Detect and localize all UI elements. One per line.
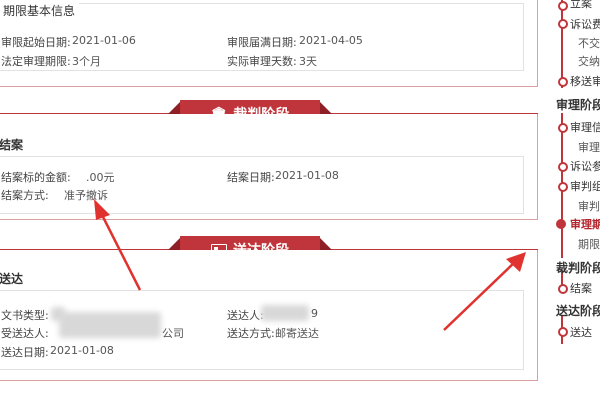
timeline-dot	[558, 19, 568, 29]
timeline-sub-panel[interactable]: 审判l	[578, 198, 600, 214]
timeline-dot	[558, 284, 568, 294]
end-label: 审限届满日期:	[227, 36, 297, 49]
delivery-title: 送达	[0, 272, 24, 286]
actual-label: 实际审理天数:	[227, 55, 297, 68]
timeline-line-top	[561, 0, 563, 88]
timeline-dot	[558, 77, 568, 87]
timeline-item-trial-info[interactable]: 审理信	[570, 119, 600, 135]
end-value: 2021-04-05	[299, 34, 363, 47]
closing-date-label: 结案日期:	[227, 171, 275, 184]
delivery-date-label: 送达日期:	[1, 346, 49, 359]
timeline-dot	[558, 182, 568, 192]
timeline-head-delivery[interactable]: 送达阶段	[556, 302, 600, 319]
closing-method-label: 结案方式:	[1, 189, 49, 202]
legal-value: 3个月	[72, 55, 101, 68]
timeline-sub-paid[interactable]: 交纳的	[578, 53, 600, 69]
timeline-item-active[interactable]: 审理期	[570, 216, 600, 232]
timeline-item-participants[interactable]: 诉讼参	[570, 158, 600, 174]
timeline-sub-limit[interactable]: 期限a	[578, 236, 600, 252]
sender-redacted	[261, 305, 309, 321]
delivery-method-label: 送达方式:	[227, 327, 275, 340]
doc-type-label: 文书类型:	[1, 309, 49, 322]
sender-label: 送达人:	[227, 309, 264, 322]
timeline-dot	[558, 1, 568, 11]
timeline-item-transfer[interactable]: 移送审	[570, 73, 600, 89]
timeline-head-trial[interactable]: 审理阶段	[556, 96, 600, 113]
timeline-active-dot	[556, 219, 566, 229]
actual-value: 3天	[299, 55, 317, 68]
recipient-value-tail: 公司	[162, 327, 184, 340]
timeline-head-judgment[interactable]: 裁判阶段	[556, 259, 600, 276]
recipient-redacted	[59, 312, 161, 338]
timeline-dot	[558, 162, 568, 172]
closing-amount-value: .00元	[86, 171, 115, 184]
sender-value-tail: 9	[311, 307, 318, 320]
closing-panel	[0, 156, 524, 214]
delivery-card: 送达 文书类型: 送达人: 9 受送达人: 公司 送达方式: 邮寄送达 送达日期…	[0, 250, 538, 381]
closing-amount-label: 结案标的金额:	[1, 171, 71, 184]
limit-section-title: 期限基本信息	[0, 2, 80, 19]
limit-card: 期限基本信息 审限起始日期: 2021-01-06 审限届满日期: 2021-0…	[0, 0, 538, 87]
timeline-sub-trial[interactable]: 审理a	[578, 139, 600, 155]
timeline-item-fee[interactable]: 诉讼费	[570, 16, 600, 32]
timeline-sub-no-fee[interactable]: 不交费	[578, 35, 600, 51]
timeline-dot	[558, 123, 568, 133]
start-value: 2021-01-06	[72, 34, 136, 47]
timeline-item-delivery[interactable]: 送达	[570, 324, 592, 340]
timeline-dot	[558, 327, 568, 337]
delivery-method-value: 邮寄送达	[275, 327, 319, 340]
delivery-date-value: 2021-01-08	[50, 344, 114, 357]
closing-card: 结案 结案标的金额: .00元 结案日期: 2021-01-08 结案方式: 准…	[0, 114, 538, 220]
start-label: 审限起始日期:	[1, 36, 71, 49]
legal-label: 法定审理期限:	[1, 55, 71, 68]
closing-title: 结案	[0, 138, 24, 152]
recipient-label: 受送达人:	[1, 327, 49, 340]
timeline-item-closing[interactable]: 结案	[570, 280, 592, 296]
timeline-item-filing[interactable]: 立案	[570, 0, 592, 11]
closing-date-value: 2021-01-08	[275, 169, 339, 182]
closing-method-value: 准予撤诉	[64, 189, 108, 202]
timeline-item-panel[interactable]: 审判组	[570, 178, 600, 194]
